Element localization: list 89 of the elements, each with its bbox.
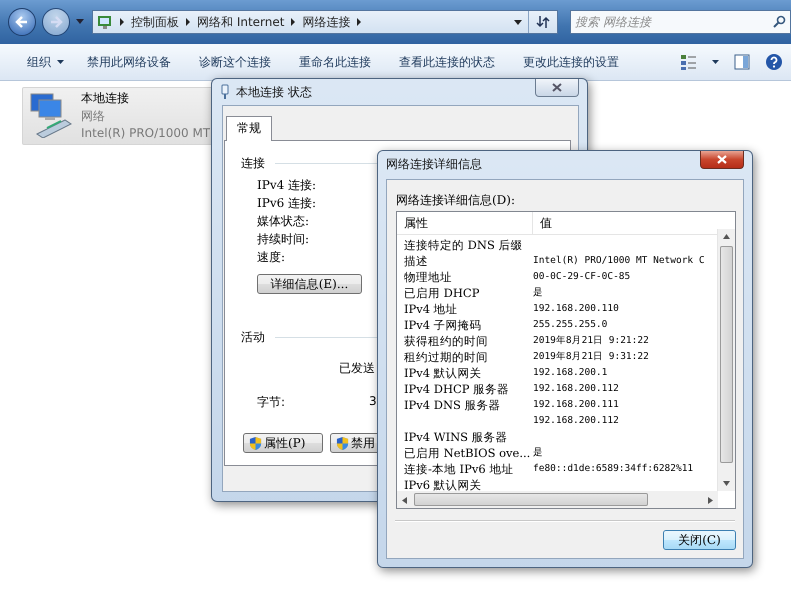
property-cell: 已启用 DHCP — [404, 286, 480, 300]
breadcrumb-item[interactable]: 控制面板 — [131, 14, 179, 30]
close-button[interactable] — [700, 151, 744, 169]
dialog-button[interactable]: 属性(P) — [243, 433, 323, 453]
close-icon — [717, 155, 727, 164]
view-options-icon[interactable] — [680, 53, 698, 71]
section-heading: 连接 — [241, 155, 265, 172]
field-label: 字节: — [257, 394, 286, 411]
right-arrow-icon[interactable] — [708, 497, 713, 504]
dropdown-icon[interactable] — [514, 20, 522, 24]
value-cell-text: 192.168.200.112 — [533, 382, 619, 396]
column-header[interactable]: 属性 — [397, 212, 533, 234]
shield-icon — [336, 436, 349, 450]
search-icon — [773, 15, 786, 28]
details-button[interactable]: 详细信息(E)... — [257, 274, 362, 294]
value-cell-text: 是 — [533, 286, 543, 300]
up-arrow-icon[interactable] — [723, 234, 730, 239]
value-cell-text: 192.168.200.1 — [533, 366, 608, 380]
chevron-icon — [185, 18, 191, 26]
search-field[interactable]: 搜索 网络连接 — [570, 10, 791, 34]
value-cell-text: 192.168.200.111 — [533, 398, 619, 412]
control-panel-icon — [97, 14, 113, 30]
refresh-icon — [535, 15, 551, 29]
property-cell: IPv4 DHCP 服务器 — [404, 382, 510, 396]
property-cell: 租约过期的时间 — [404, 350, 488, 364]
section-heading: 活动 — [241, 329, 265, 346]
property-cell: IPv6 默认网关 — [404, 478, 482, 492]
value-cell-text: 00-0C-29-CF-0C-85 — [533, 270, 630, 284]
breadcrumb-item[interactable]: 网络和 Internet — [197, 14, 284, 30]
chevron-icon — [356, 18, 362, 26]
organize-menu[interactable]: 组织 — [18, 49, 73, 75]
chevron-icon — [119, 18, 125, 26]
adapter-name: Intel(R) PRO/1000 MT — [81, 126, 210, 140]
forward-button[interactable] — [42, 8, 70, 36]
value-cell-text: fe80::d1de:6589:34ff:6282%11 — [533, 462, 694, 476]
preview-pane-icon[interactable] — [733, 53, 751, 71]
back-arrow-icon — [14, 14, 30, 30]
plug-icon — [220, 84, 230, 100]
caret-icon — [57, 60, 64, 64]
horizontal-scrollbar[interactable] — [397, 491, 718, 508]
back-button[interactable] — [8, 8, 36, 36]
help-icon[interactable] — [765, 53, 783, 71]
down-arrow-icon[interactable] — [723, 481, 730, 486]
tab[interactable]: 常规 — [226, 116, 272, 141]
toolbar-command[interactable]: 重命名此连接 — [285, 49, 385, 75]
column-header[interactable]: 值 — [533, 212, 717, 234]
toolbar-command[interactable]: 查看此连接的状态 — [385, 49, 509, 75]
value-cell-text: 255.255.255.0 — [533, 318, 608, 332]
window-title: 网络连接详细信息 — [386, 156, 482, 172]
field-label: 速度: — [257, 249, 286, 266]
property-cell: IPv4 默认网关 — [404, 366, 482, 380]
value-cell-text: 192.168.200.110 — [533, 302, 619, 316]
field-label: IPv4 连接: — [257, 177, 316, 194]
property-cell: IPv4 DNS 服务器 — [404, 398, 501, 412]
address-bar[interactable]: 控制面板 网络和 Internet 网络连接 — [92, 10, 558, 34]
property-cell: 获得租约的时间 — [404, 334, 488, 348]
toolbar-command[interactable]: 诊断这个连接 — [185, 49, 285, 75]
shield-icon — [249, 436, 262, 450]
property-cell: 物理地址 — [404, 270, 452, 284]
property-cell: IPv4 子网掩码 — [404, 318, 482, 332]
toolbar-command[interactable]: 禁用此网络设备 — [73, 49, 185, 75]
vertical-scrollbar[interactable] — [717, 229, 735, 491]
field-value: 3 — [369, 394, 377, 410]
value-cell-text: 是 — [533, 446, 543, 460]
field-label: IPv6 连接: — [257, 195, 316, 212]
close-button[interactable] — [535, 79, 579, 97]
property-cell: 连接-本地 IPv6 地址 — [404, 462, 514, 476]
window-title: 本地连接 状态 — [236, 84, 312, 100]
network-name: 网络 — [81, 108, 106, 125]
close-dialog-button[interactable]: 关闭(C) — [663, 530, 736, 550]
dropdown-icon[interactable] — [712, 60, 719, 64]
forward-arrow-icon — [48, 14, 64, 30]
value-cell-text: 192.168.200.112 — [533, 414, 619, 428]
column-header: 已发送 — [339, 360, 375, 377]
field-label: 持续时间: — [257, 231, 310, 248]
breadcrumb-item[interactable]: 网络连接 — [302, 14, 350, 30]
connection-name: 本地连接 — [81, 90, 130, 107]
value-cell-text: 2019年8月21日 9:31:22 — [533, 350, 649, 364]
close-icon — [552, 83, 562, 92]
property-cell: IPv4 地址 — [404, 302, 458, 316]
list-label: 网络连接详细信息(D): — [396, 192, 516, 209]
field-label: 媒体状态: — [257, 213, 310, 230]
property-cell: 描述 — [404, 254, 428, 268]
value-cell-text: 2019年8月21日 9:21:22 — [533, 334, 649, 348]
chevron-icon — [290, 18, 296, 26]
left-arrow-icon[interactable] — [402, 497, 407, 504]
value-cell-text: Intel(R) PRO/1000 MT Network C — [533, 254, 705, 268]
property-cell: 连接特定的 DNS 后缀 — [404, 238, 522, 252]
toolbar-command[interactable]: 更改此连接的设置 — [509, 49, 633, 75]
